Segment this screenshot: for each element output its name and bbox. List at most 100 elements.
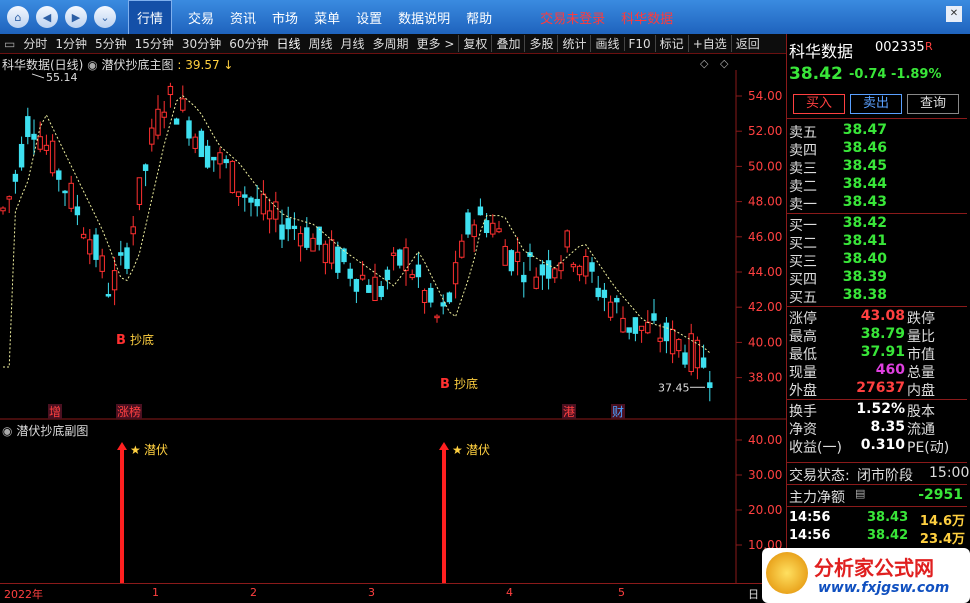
menu-trade[interactable]: 交易 [188, 8, 214, 27]
more-periods[interactable]: 更多 > [413, 35, 459, 52]
home-icon[interactable]: ⌂ [7, 6, 29, 28]
signal-bar [442, 448, 446, 583]
candle-body [18, 143, 25, 168]
period-tab[interactable]: 15分钟 [131, 35, 178, 52]
menubar: ⌂ ◀ ▶ ⌄ 行情 交易 资讯 市场 菜单 设置 数据说明 帮助 交易未登录 … [0, 0, 970, 35]
stock-code: 002335 [875, 40, 925, 55]
period-tab[interactable]: 分时 [19, 35, 51, 52]
login-status[interactable]: 交易未登录 [540, 8, 605, 27]
period-tab-daily[interactable]: 日线 [272, 35, 304, 52]
candle-body [545, 260, 552, 279]
ask-row: 卖三 38.45 [787, 158, 967, 177]
diamond-icon[interactable]: ◇ [700, 57, 708, 70]
stat-value: 8.35 [870, 419, 905, 435]
list-icon[interactable]: ▤ [855, 487, 865, 500]
ask-label: 卖五 [789, 125, 817, 141]
stat-row: 净资 8.35 流通 [787, 419, 967, 438]
tool-button[interactable]: 统计 [557, 35, 590, 52]
candle-body [446, 292, 453, 303]
stat-row: 现量 460 总量 [787, 362, 967, 381]
candle-body [254, 198, 260, 207]
stat-label: 最低 [789, 347, 817, 363]
trade-status-row: 交易状态: 闭市阶段 15:00 [787, 465, 969, 484]
candle-body [415, 264, 422, 278]
menu-help[interactable]: 帮助 [466, 8, 492, 27]
bid-price: 38.40 [842, 251, 887, 267]
menu-market[interactable]: 市场 [272, 8, 298, 27]
buy-signal-text: 抄底 [130, 332, 154, 347]
stat-label: 收益(一) [789, 440, 842, 456]
close-icon[interactable]: ✕ [946, 6, 962, 22]
tool-button[interactable]: 画线 [590, 35, 623, 52]
candle-body [651, 313, 657, 321]
period-tab[interactable]: 30分钟 [178, 35, 225, 52]
bid-row: 买二 38.41 [787, 233, 967, 252]
candle-body [638, 325, 645, 331]
tick-time: 14:56 [789, 528, 831, 543]
forward-icon[interactable]: ▶ [65, 6, 87, 28]
candle-body [273, 201, 279, 220]
stat-label: 涨停 [789, 311, 817, 327]
query-button[interactable]: 查询 [907, 94, 959, 114]
sell-button[interactable]: 卖出 [850, 94, 902, 114]
sub-indicator-chart[interactable]: 40.0030.0020.0010.00★ 潜伏 ★ 潜伏 [0, 420, 786, 583]
bid-row: 买一 38.42 [787, 215, 967, 234]
collapse-icon[interactable]: ⌄ [94, 6, 116, 28]
event-tag[interactable]: 财 [612, 405, 624, 419]
event-tag[interactable]: 涨榜 [117, 404, 141, 419]
period-tab[interactable]: 月线 [337, 35, 369, 52]
candle-body [514, 251, 521, 262]
candle-body [707, 382, 713, 388]
candle-body [372, 276, 378, 302]
buy-button[interactable]: 买入 [793, 94, 845, 114]
ask-row: 卖四 38.46 [787, 140, 967, 159]
menu-settings[interactable]: 设置 [356, 8, 382, 27]
candle-body [204, 145, 211, 168]
axis-label: 1 [152, 586, 159, 599]
chart-close-icon[interactable]: ◇ [720, 57, 728, 70]
candle-body [279, 224, 285, 240]
stat-label: 跌停 [907, 311, 935, 327]
r-badge: R [925, 40, 933, 53]
candle-body [657, 337, 663, 342]
collapse-icon[interactable]: ▭ [0, 37, 19, 51]
candle-body [142, 164, 149, 171]
period-tab[interactable]: 60分钟 [225, 35, 272, 52]
candle-body [111, 270, 118, 291]
candle-body [124, 247, 130, 269]
tool-button[interactable]: 叠加 [491, 35, 524, 52]
bid-label: 买一 [789, 218, 817, 234]
candle-body [43, 144, 50, 151]
event-tag[interactable]: 港 [563, 405, 575, 419]
tool-button[interactable]: 复权 [458, 35, 491, 52]
period-tab[interactable]: 5分钟 [91, 35, 131, 52]
stat-label: 内盘 [907, 383, 935, 399]
add-watchlist-button[interactable]: +自选 [687, 35, 731, 52]
bid-label: 买三 [789, 254, 817, 270]
period-tab[interactable]: 1分钟 [51, 35, 91, 52]
period-tab[interactable]: 多周期 [369, 35, 413, 52]
period-tab[interactable]: 周线 [305, 35, 337, 52]
candle-body [452, 262, 459, 285]
back-button[interactable]: 返回 [730, 35, 764, 52]
menu-news[interactable]: 资讯 [230, 8, 256, 27]
tick-volume: 14.6万 [919, 514, 965, 529]
candle-body [25, 116, 31, 138]
tool-button[interactable]: 多股 [524, 35, 557, 52]
candlestick-chart[interactable]: 54.00 52.00 50.00 48.00 46.00 44.00 42.00 40.00… [0, 70, 786, 420]
tool-button[interactable]: 标记 [654, 35, 688, 52]
stat-label: 总量 [907, 365, 935, 381]
y-tick-label: 38.00 [748, 371, 782, 385]
trade-status-label: 交易状态: [789, 468, 850, 484]
candle-body [583, 256, 589, 277]
candle-body [564, 230, 570, 248]
menu-data-info[interactable]: 数据说明 [398, 8, 450, 27]
menu-quotes[interactable]: 行情 [128, 0, 173, 35]
y-tick-label: 42.00 [748, 300, 782, 314]
back-icon[interactable]: ◀ [36, 6, 58, 28]
menu-menu[interactable]: 菜单 [314, 8, 340, 27]
tool-button[interactable]: F10 [623, 36, 655, 51]
stat-value: 43.08 [860, 308, 905, 324]
candle-body [297, 233, 304, 247]
event-tag[interactable]: 增 [49, 405, 61, 419]
